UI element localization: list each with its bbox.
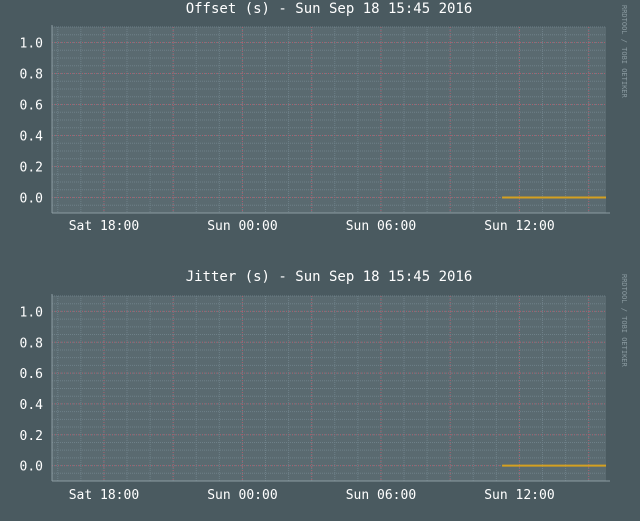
offset-chart-title: Offset (s) - Sun Sep 18 15:45 2016 <box>186 1 473 17</box>
jitter-chart: Jitter (s) - Sun Sep 18 15:45 2016 1.0 0.8… <box>20 269 628 503</box>
offset-y-tick-label: 0.8 <box>20 68 43 83</box>
offset-y-tick-label: 1.0 <box>20 37 43 52</box>
jitter-x-tick-label: Sun 12:00 <box>484 488 554 503</box>
offset-y-tick-label: 0.2 <box>20 161 43 176</box>
jitter-x-tick-label: Sun 00:00 <box>207 488 277 503</box>
offset-y-tick-label: 0.0 <box>20 192 43 207</box>
offset-watermark: RRDTOOL / TOBI OETIKER <box>620 5 628 99</box>
offset-y-tick-label: 0.4 <box>20 130 44 145</box>
offset-x-tick-label: Sun 06:00 <box>346 219 416 234</box>
graph-canvas: Offset (s) - Sun Sep 18 15:45 2016 1.0 0.8… <box>0 0 640 521</box>
jitter-y-tick-label: 0.2 <box>20 429 43 444</box>
offset-x-tick-label: Sat 18:00 <box>69 219 139 234</box>
jitter-y-tick-label: 0.0 <box>20 460 43 475</box>
jitter-y-tick-label: 0.4 <box>20 398 44 413</box>
jitter-y-tick-label: 0.8 <box>20 336 43 351</box>
jitter-chart-title: Jitter (s) - Sun Sep 18 15:45 2016 <box>186 269 473 285</box>
offset-chart: Offset (s) - Sun Sep 18 15:45 2016 1.0 0.8… <box>20 1 628 234</box>
offset-x-tick-label: Sun 00:00 <box>207 219 277 234</box>
offset-x-tick-label: Sun 12:00 <box>484 219 554 234</box>
offset-y-tick-label: 0.6 <box>20 99 43 114</box>
jitter-x-tick-label: Sat 18:00 <box>69 488 139 503</box>
jitter-y-tick-label: 1.0 <box>20 305 43 320</box>
jitter-x-tick-label: Sun 06:00 <box>346 488 416 503</box>
jitter-watermark: RRDTOOL / TOBI OETIKER <box>620 274 628 368</box>
jitter-y-tick-label: 0.6 <box>20 367 43 382</box>
